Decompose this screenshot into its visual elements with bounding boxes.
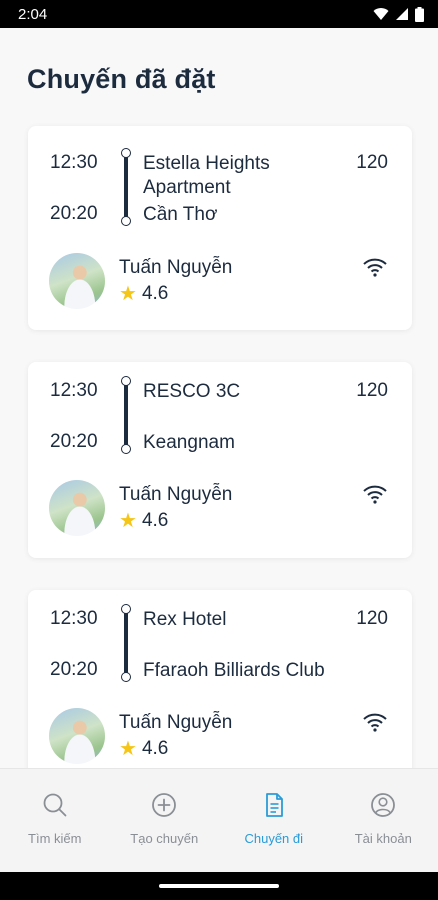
- trip-price: 120: [356, 380, 388, 401]
- nav-label: Tạo chuyến: [130, 831, 199, 846]
- nav-item-create-trip[interactable]: Tạo chuyến: [110, 769, 220, 872]
- cell-signal-icon: [396, 8, 408, 20]
- rating-value: 4.6: [141, 510, 169, 531]
- route-line: [121, 148, 131, 226]
- depart-time: 12:30: [50, 152, 98, 173]
- route-line: [121, 376, 131, 454]
- nav-label: Tài khoản: [354, 831, 412, 846]
- trip-price: 120: [356, 608, 388, 629]
- arrive-time: 20:20: [50, 431, 98, 452]
- nav-item-search[interactable]: Tìm kiếm: [0, 769, 110, 872]
- origin-name: RESCO 3C: [143, 381, 241, 402]
- rating-value: 4.6: [141, 283, 169, 304]
- route-bar: [124, 157, 128, 218]
- status-time: 2:04: [18, 5, 48, 23]
- star-icon: ★: [119, 510, 137, 532]
- depart-time: 12:30: [50, 380, 98, 401]
- driver-rating: ★ 4.6: [119, 738, 168, 760]
- avatar: [49, 480, 105, 536]
- wifi-signal-icon: [373, 7, 389, 20]
- driver-name: Tuấn Nguyễn: [119, 257, 233, 278]
- status-bar: 2:04: [0, 0, 438, 28]
- home-indicator[interactable]: [159, 884, 279, 888]
- destination-dot: [121, 672, 131, 682]
- page-title: Chuyến đã đặt: [27, 64, 216, 94]
- destination-dot: [121, 444, 131, 454]
- screen: 2:04 Chuyến đã đặt 12:30 20:20 Estella H…: [0, 0, 438, 900]
- avatar: [49, 253, 105, 309]
- wifi-icon: [363, 258, 387, 277]
- trip-price: 120: [356, 152, 388, 173]
- arrive-time: 20:20: [50, 659, 98, 680]
- star-icon: ★: [119, 283, 137, 305]
- driver-name: Tuấn Nguyễn: [119, 484, 233, 505]
- trip-card[interactable]: 12:30 20:20 RESCO 3C Keangnam 120 Tuấn N…: [28, 362, 412, 558]
- search-icon: [43, 793, 67, 817]
- star-icon: ★: [119, 738, 137, 760]
- account-icon: [371, 793, 396, 817]
- status-icons: [373, 6, 424, 22]
- route-bar: [124, 385, 128, 446]
- depart-time: 12:30: [50, 608, 98, 629]
- bottom-nav: Tìm kiếm Tạo chuyến Chuyến đi Tài khoản: [0, 768, 438, 872]
- driver-rating: ★ 4.6: [119, 283, 168, 305]
- battery-icon: [415, 6, 424, 22]
- wifi-icon: [363, 713, 387, 732]
- destination-dot: [121, 216, 131, 226]
- plus-circle-icon: [152, 793, 177, 817]
- trip-card[interactable]: 12:30 20:20 Estella Heights Apartment Cầ…: [28, 126, 412, 330]
- route-bar: [124, 613, 128, 674]
- origin-name: Estella Heights Apartment: [143, 153, 270, 198]
- trip-card[interactable]: 12:30 20:20 Rex Hotel Ffaraoh Billiards …: [28, 590, 412, 786]
- origin-name: Rex Hotel: [143, 609, 227, 630]
- document-icon: [265, 793, 283, 817]
- destination-name: Keangnam: [143, 432, 235, 453]
- rating-value: 4.6: [141, 738, 169, 759]
- nav-item-account[interactable]: Tài khoản: [329, 769, 438, 872]
- destination-name: Cần Thơ: [143, 204, 218, 225]
- arrive-time: 20:20: [50, 203, 98, 224]
- destination-name: Ffaraoh Billiards Club: [143, 660, 325, 681]
- nav-label: Tìm kiếm: [28, 831, 82, 846]
- avatar: [49, 708, 105, 764]
- driver-name: Tuấn Nguyễn: [119, 712, 233, 733]
- nav-item-trips[interactable]: Chuyến đi: [219, 769, 329, 872]
- route-line: [121, 604, 131, 682]
- driver-rating: ★ 4.6: [119, 510, 168, 532]
- nav-label: Chuyến đi: [244, 831, 304, 846]
- wifi-icon: [363, 485, 387, 504]
